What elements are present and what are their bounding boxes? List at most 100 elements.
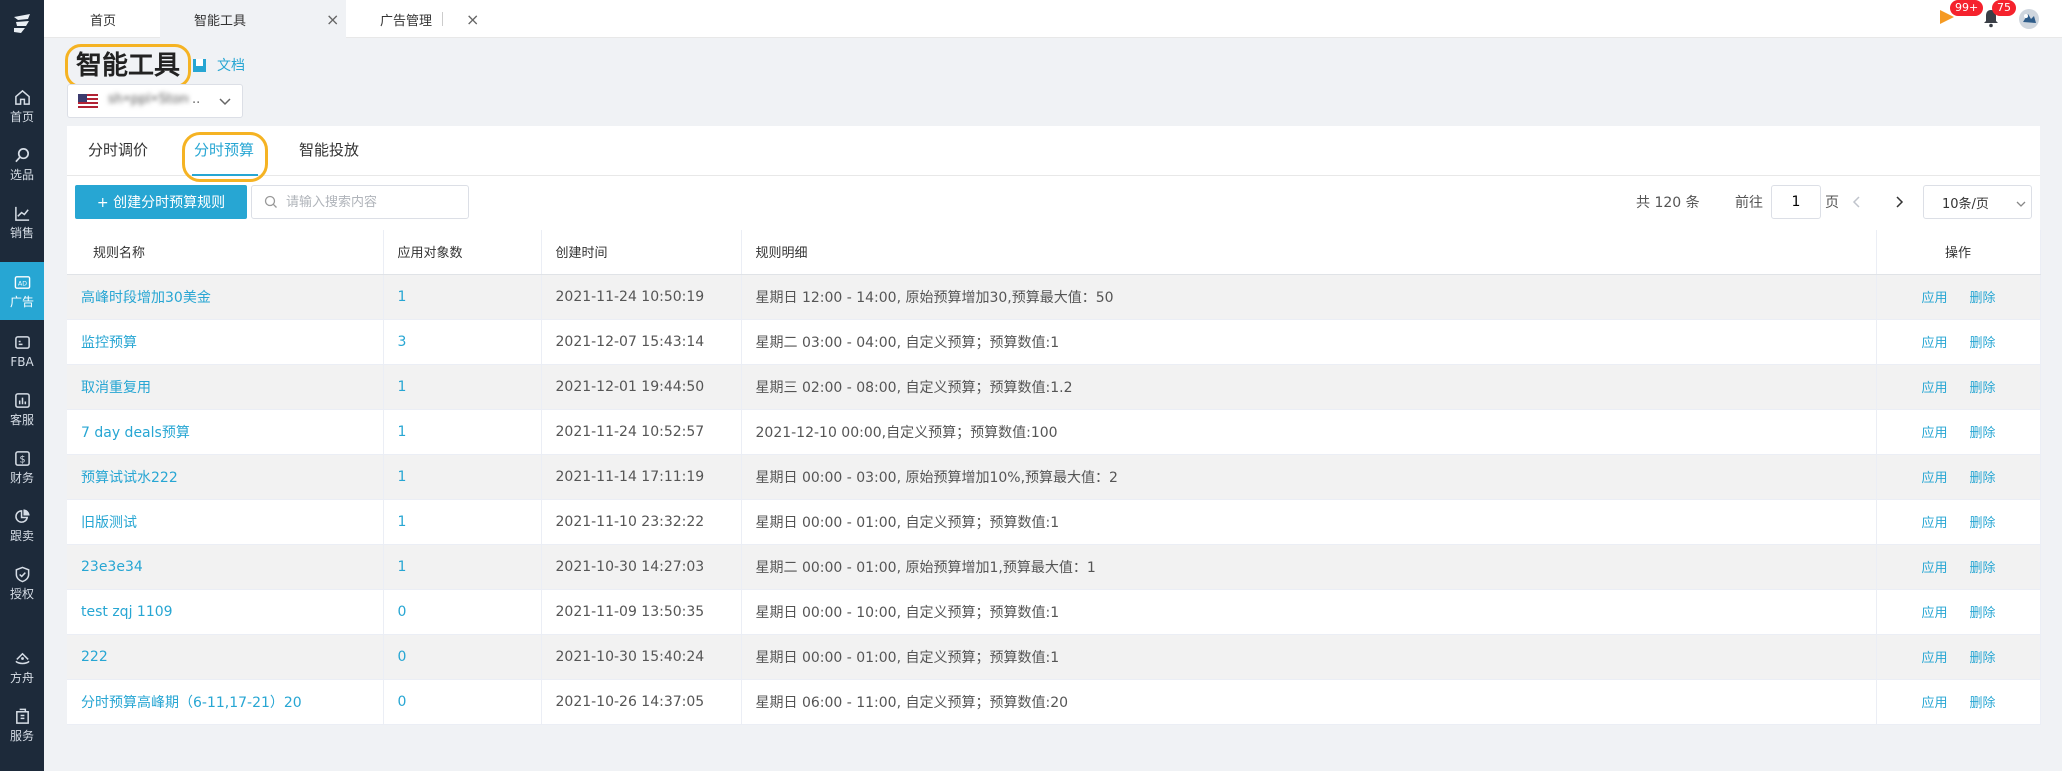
trend-chart-icon (14, 206, 29, 221)
row-actions: 应用 删除 (1876, 454, 2041, 500)
chevron-down-icon (219, 98, 231, 106)
store-select[interactable]: sh•ppl•Store .. (67, 84, 243, 118)
delete-button[interactable]: 删除 (1970, 606, 1996, 621)
rule-name-link[interactable]: 分时预算高峰期（6-11,17-21）20 (67, 679, 384, 725)
column-header-detail[interactable]: 规则明细 (741, 230, 1877, 275)
delete-button[interactable]: 删除 (1970, 426, 1996, 441)
tab-home[interactable]: 首页 (90, 0, 150, 38)
apply-button[interactable]: 应用 (1922, 471, 1948, 486)
delete-button[interactable]: 删除 (1970, 336, 1996, 351)
sidebar-item-service[interactable]: 服务 (0, 698, 44, 752)
created-time: 2021-12-01 19:44:50 (541, 364, 742, 410)
apply-count-link[interactable]: 3 (383, 319, 542, 365)
sidebar-item-fba[interactable]: FBA (0, 324, 44, 378)
table-row: 取消重复用 1 2021-12-01 19:44:50 星期三 02:00 - 08:… (67, 364, 2041, 410)
apply-button[interactable]: 应用 (1922, 696, 1948, 711)
rule-detail: 星期三 02:00 - 08:00, 自定义预算；预算数值:1.2 (741, 364, 1877, 410)
table-row: 高峰时段增加30美金 1 2021-11-24 10:50:19 星期日 12:00 … (67, 274, 2041, 320)
apply-count-link[interactable]: 0 (383, 589, 542, 635)
apply-count-link[interactable]: 0 (383, 634, 542, 680)
sidebar-item-authorization[interactable]: 授权 (0, 556, 44, 610)
column-header-count[interactable]: 应用对象数 (383, 230, 542, 275)
delete-button[interactable]: 删除 (1970, 516, 1996, 531)
page-size-select[interactable]: 10条/页 (1923, 185, 2032, 219)
delete-button[interactable]: 删除 (1970, 291, 1996, 306)
delete-button[interactable]: 删除 (1970, 651, 1996, 666)
sidebar-item-ads[interactable]: AD 广告 (0, 262, 44, 320)
rule-name-link[interactable]: 23e3e34 (67, 544, 384, 590)
create-rule-button[interactable]: + 创建分时预算规则 (75, 185, 247, 219)
apply-button[interactable]: 应用 (1922, 426, 1948, 441)
rule-name-link[interactable]: 高峰时段增加30美金 (67, 274, 384, 320)
sidebar-item-label: 授权 (9, 586, 34, 601)
page-title: 智能工具 (65, 44, 192, 88)
rule-detail: 星期日 00:00 - 03:00, 原始预算增加10%,预算最大值：2 (741, 454, 1877, 500)
store-ellipsis: .. (192, 92, 201, 107)
search-icon (264, 195, 277, 208)
rule-name-link[interactable]: 监控预算 (67, 319, 384, 365)
apply-count-link[interactable]: 1 (383, 364, 542, 410)
sidebar: 首页 选品 销售 AD 广告 FBA 客服 $ 财务 跟卖 授权 方舟 服务 (0, 0, 44, 771)
avatar[interactable] (2018, 8, 2040, 30)
apply-count-link[interactable]: 1 (383, 499, 542, 545)
apply-button[interactable]: 应用 (1922, 606, 1948, 621)
sidebar-item-home[interactable]: 首页 (0, 79, 44, 133)
apply-button[interactable]: 应用 (1922, 291, 1948, 306)
apply-button[interactable]: 应用 (1922, 516, 1948, 531)
apply-button[interactable]: 应用 (1922, 381, 1948, 396)
sidebar-item-follow-sell[interactable]: 跟卖 (0, 498, 44, 552)
delete-button[interactable]: 删除 (1970, 471, 1996, 486)
tab-ad-management[interactable]: 广告管理 × (346, 0, 492, 38)
apply-count-link[interactable]: 1 (383, 274, 542, 320)
table-header-row: 规则名称 应用对象数 创建时间 规则明细 操作 (67, 230, 2041, 275)
next-page-icon[interactable] (1892, 194, 1906, 210)
table-row: 旧版测试 1 2021-11-10 23:32:22 星期日 00:00 - 01:0… (67, 499, 2041, 545)
tab-smart-tools[interactable]: 智能工具 × (160, 0, 346, 38)
subtab-time-pricing[interactable]: 分时调价 (88, 139, 148, 160)
apply-button[interactable]: 应用 (1922, 336, 1948, 351)
apply-count-link[interactable]: 1 (383, 454, 542, 500)
apply-button[interactable]: 应用 (1922, 651, 1948, 666)
shield-icon (15, 566, 29, 582)
close-icon[interactable]: × (466, 10, 479, 29)
apply-count-link[interactable]: 1 (383, 544, 542, 590)
apply-button[interactable]: 应用 (1922, 561, 1948, 576)
tab-label: 智能工具 (194, 13, 247, 29)
logo-icon[interactable] (10, 11, 34, 35)
search-icon (14, 147, 29, 162)
apply-count-link[interactable]: 0 (383, 679, 542, 725)
row-actions: 应用 删除 (1876, 409, 2041, 455)
page-number-input[interactable] (1771, 185, 1821, 219)
rule-detail: 星期日 00:00 - 10:00, 自定义预算；预算数值:1 (741, 589, 1877, 635)
search-input[interactable] (286, 194, 456, 210)
delete-button[interactable]: 删除 (1970, 696, 1996, 711)
rule-name-link[interactable]: 7 day deals预算 (67, 409, 384, 455)
doc-link[interactable]: 文档 (192, 55, 245, 75)
column-header-created[interactable]: 创建时间 (541, 230, 742, 275)
doc-label: 文档 (217, 58, 245, 74)
close-icon[interactable]: × (326, 10, 339, 29)
rule-name-link[interactable]: test zqj 1109 (67, 589, 384, 635)
delete-button[interactable]: 删除 (1970, 561, 1996, 576)
sidebar-item-finance[interactable]: $ 财务 (0, 440, 44, 494)
sidebar-item-customer-service[interactable]: 客服 (0, 382, 44, 436)
notification-badge: 99+ (1950, 0, 1984, 16)
rule-name-link[interactable]: 取消重复用 (67, 364, 384, 410)
rule-name-link[interactable]: 旧版测试 (67, 499, 384, 545)
created-time: 2021-12-07 15:43:14 (541, 319, 742, 365)
subtab-smart-delivery[interactable]: 智能投放 (299, 139, 359, 160)
created-time: 2021-11-24 10:50:19 (541, 274, 742, 320)
sidebar-item-ark[interactable]: 方舟 (0, 640, 44, 694)
bar-chart-icon (14, 392, 30, 408)
rule-name-link[interactable]: 222 (67, 634, 384, 680)
row-actions: 应用 删除 (1876, 364, 2041, 410)
rule-name-link[interactable]: 预算试试水222 (67, 454, 384, 500)
apply-count-link[interactable]: 1 (383, 409, 542, 455)
column-header-name[interactable]: 规则名称 (67, 230, 384, 275)
prev-page-icon[interactable] (1850, 194, 1864, 210)
delete-button[interactable]: 删除 (1970, 381, 1996, 396)
sidebar-item-label: 财务 (9, 470, 34, 485)
sidebar-item-sales[interactable]: 销售 (0, 195, 44, 249)
sidebar-item-product-selection[interactable]: 选品 (0, 137, 44, 191)
rule-detail: 2021-12-10 00:00,自定义预算；预算数值:100 (741, 409, 1877, 455)
